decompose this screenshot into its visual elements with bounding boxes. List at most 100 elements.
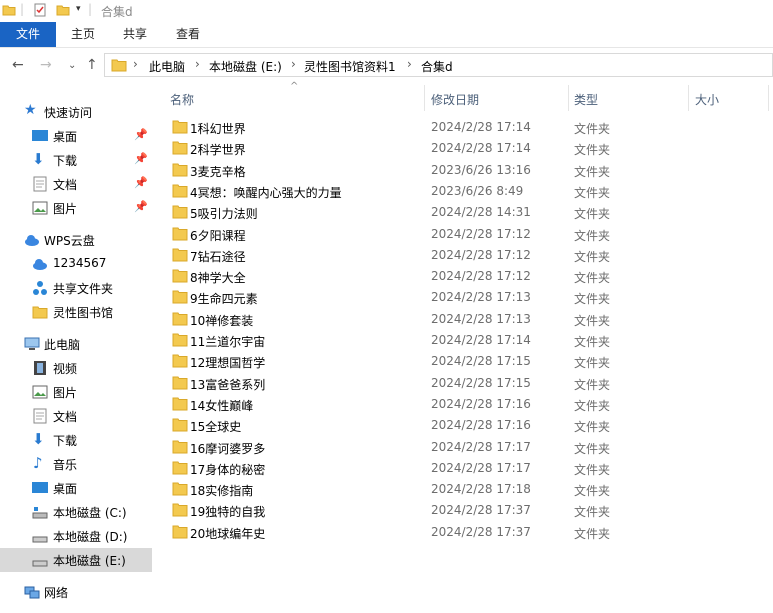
nav-item-pictures[interactable]: 图片 📌 xyxy=(0,196,152,220)
file-date: 2024/2/28 17:18 xyxy=(431,482,531,497)
nav-item-downloads[interactable]: ⬇ 下载 📌 xyxy=(0,148,152,172)
customize-qat-icon[interactable]: ▾ xyxy=(76,4,81,14)
file-date: 2024/2/28 17:16 xyxy=(431,396,531,411)
tab-home[interactable]: 主页 xyxy=(58,22,108,47)
nav-item-documents-pc[interactable]: 文档 xyxy=(0,404,152,428)
nav-item-downloads-pc[interactable]: ⬇ 下载 xyxy=(0,428,152,452)
tab-view[interactable]: 查看 xyxy=(162,22,214,47)
file-row[interactable]: 13富爸爸系列 2024/2/28 17:15 文件夹 xyxy=(156,373,773,394)
nav-item-drive-c[interactable]: 本地磁盘 (C:) xyxy=(0,500,152,524)
file-row[interactable]: 14女性巅峰 2024/2/28 17:16 文件夹 xyxy=(156,394,773,415)
nav-network[interactable]: 网络 xyxy=(0,580,152,604)
nav-item-drive-d[interactable]: 本地磁盘 (D:) xyxy=(0,524,152,548)
pin-icon[interactable]: 📌 xyxy=(134,176,148,189)
file-row[interactable]: 10禅修套装 2024/2/28 17:13 文件夹 xyxy=(156,309,773,330)
nav-quick-access[interactable]: ★ 快速访问 xyxy=(0,100,152,124)
file-row[interactable]: 18实修指南 2024/2/28 17:18 文件夹 xyxy=(156,479,773,500)
nav-this-pc[interactable]: 此电脑 xyxy=(0,332,152,356)
tab-share[interactable]: 共享 xyxy=(110,22,160,47)
file-row[interactable]: 9生命四元素 2024/2/28 17:13 文件夹 xyxy=(156,287,773,308)
recent-locations-icon[interactable]: ⌄ xyxy=(68,60,76,71)
star-icon: ★ xyxy=(24,102,37,118)
nav-item-desktop-pc[interactable]: 桌面 xyxy=(0,476,152,500)
back-arrow-icon[interactable]: ← xyxy=(12,57,24,73)
music-icon: ♪ xyxy=(33,454,43,472)
nav-label: 桌面 xyxy=(53,130,78,144)
tab-file[interactable]: 文件 xyxy=(0,22,56,47)
file-row[interactable]: 1科幻世界 2024/2/28 17:14 文件夹 xyxy=(156,117,773,138)
breadcrumb-current-folder[interactable]: 合集d xyxy=(421,58,453,75)
file-name: 1科幻世界 xyxy=(190,122,246,136)
file-row[interactable]: 8神学大全 2024/2/28 17:12 文件夹 xyxy=(156,266,773,287)
file-date: 2024/2/28 17:15 xyxy=(431,375,531,390)
up-arrow-icon[interactable]: ↑ xyxy=(86,57,98,73)
file-row[interactable]: 17身体的秘密 2024/2/28 17:17 文件夹 xyxy=(156,458,773,479)
address-bar[interactable]: › 此电脑 › 本地磁盘 (E:) › 灵性图书馆资料1 › 合集d xyxy=(104,53,773,77)
file-row[interactable]: 4冥想：唤醒内心强大的力量 2023/6/26 8:49 文件夹 xyxy=(156,181,773,202)
nav-item-videos[interactable]: 视频 xyxy=(0,356,152,380)
column-name[interactable]: 名称 xyxy=(170,91,194,108)
nav-wps-cloud[interactable]: WPS云盘 xyxy=(0,228,152,252)
breadcrumb-separator[interactable]: › xyxy=(291,57,296,71)
breadcrumb-separator[interactable]: › xyxy=(407,57,412,71)
nav-label: 下载 xyxy=(53,154,78,168)
file-date: 2023/6/26 8:49 xyxy=(431,183,524,198)
file-row[interactable]: 15全球史 2024/2/28 17:16 文件夹 xyxy=(156,415,773,436)
pin-icon[interactable]: 📌 xyxy=(134,152,148,165)
file-row[interactable]: 20地球编年史 2024/2/28 17:37 文件夹 xyxy=(156,522,773,543)
forward-arrow-icon[interactable]: → xyxy=(40,57,52,73)
file-row[interactable]: 5吸引力法则 2024/2/28 14:31 文件夹 xyxy=(156,202,773,223)
file-row[interactable]: 7钻石途径 2024/2/28 17:12 文件夹 xyxy=(156,245,773,266)
breadcrumb-drive-e[interactable]: 本地磁盘 (E:) xyxy=(209,58,282,75)
breadcrumb-library-folder[interactable]: 灵性图书馆资料1 xyxy=(304,58,396,75)
breadcrumb-separator[interactable]: › xyxy=(133,57,138,71)
folder-icon xyxy=(172,248,188,262)
file-date: 2024/2/28 17:12 xyxy=(431,226,531,241)
pin-icon[interactable]: 📌 xyxy=(134,128,148,141)
new-folder-icon[interactable] xyxy=(56,3,70,17)
file-row[interactable]: 12理想国哲学 2024/2/28 17:15 文件夹 xyxy=(156,351,773,372)
title-bar: | ▾ | 合集d xyxy=(0,0,773,22)
nav-item-drive-e[interactable]: 本地磁盘 (E:) xyxy=(0,548,152,572)
folder-icon xyxy=(172,141,188,155)
window-title: 合集d xyxy=(101,5,133,19)
download-icon: ⬇ xyxy=(32,430,45,448)
file-name: 10禅修套装 xyxy=(190,313,254,328)
nav-label: 图片 xyxy=(53,202,78,216)
nav-item-desktop[interactable]: 桌面 📌 xyxy=(0,124,152,148)
nav-item-wps-user[interactable]: 1234567 xyxy=(0,252,152,276)
column-size[interactable]: 大小 xyxy=(695,91,719,108)
file-name: 18实修指南 xyxy=(190,484,254,499)
folder-icon xyxy=(2,5,16,16)
nav-label: 此电脑 xyxy=(44,338,81,352)
file-row[interactable]: 6夕阳课程 2024/2/28 17:12 文件夹 xyxy=(156,224,773,245)
file-type: 文件夹 xyxy=(574,335,611,349)
column-divider[interactable] xyxy=(688,85,689,111)
file-name: 20地球编年史 xyxy=(190,526,266,541)
column-divider[interactable] xyxy=(568,85,569,111)
file-type: 文件夹 xyxy=(574,484,611,499)
column-divider[interactable] xyxy=(424,85,425,111)
pin-icon[interactable]: 📌 xyxy=(134,200,148,213)
file-name: 11兰道尔宇宙 xyxy=(190,335,266,349)
properties-icon[interactable] xyxy=(33,3,47,17)
nav-item-documents[interactable]: 文档 📌 xyxy=(0,172,152,196)
nav-item-pictures-pc[interactable]: 图片 xyxy=(0,380,152,404)
breadcrumb-this-pc[interactable]: 此电脑 xyxy=(149,58,185,75)
file-name: 4冥想：唤醒内心强大的力量 xyxy=(190,185,342,200)
file-row[interactable]: 3麦克辛格 2023/6/26 13:16 文件夹 xyxy=(156,160,773,181)
file-row[interactable]: 2科学世界 2024/2/28 17:14 文件夹 xyxy=(156,138,773,159)
column-type[interactable]: 类型 xyxy=(574,91,598,108)
file-row[interactable]: 11兰道尔宇宙 2024/2/28 17:14 文件夹 xyxy=(156,330,773,351)
file-row[interactable]: 19独特的自我 2024/2/28 17:37 文件夹 xyxy=(156,500,773,521)
nav-item-shared-folder[interactable]: 共享文件夹 xyxy=(0,276,152,300)
file-type: 文件夹 xyxy=(574,313,611,328)
file-type: 文件夹 xyxy=(574,526,611,541)
file-row[interactable]: 16摩诃婆罗多 2024/2/28 17:17 文件夹 xyxy=(156,437,773,458)
nav-item-library[interactable]: 灵性图书馆 xyxy=(0,300,152,324)
column-divider[interactable] xyxy=(768,85,769,111)
column-date[interactable]: 修改日期 xyxy=(431,91,479,108)
file-type: 文件夹 xyxy=(574,164,611,179)
nav-item-music[interactable]: ♪ 音乐 xyxy=(0,452,152,476)
breadcrumb-separator[interactable]: › xyxy=(195,57,200,71)
